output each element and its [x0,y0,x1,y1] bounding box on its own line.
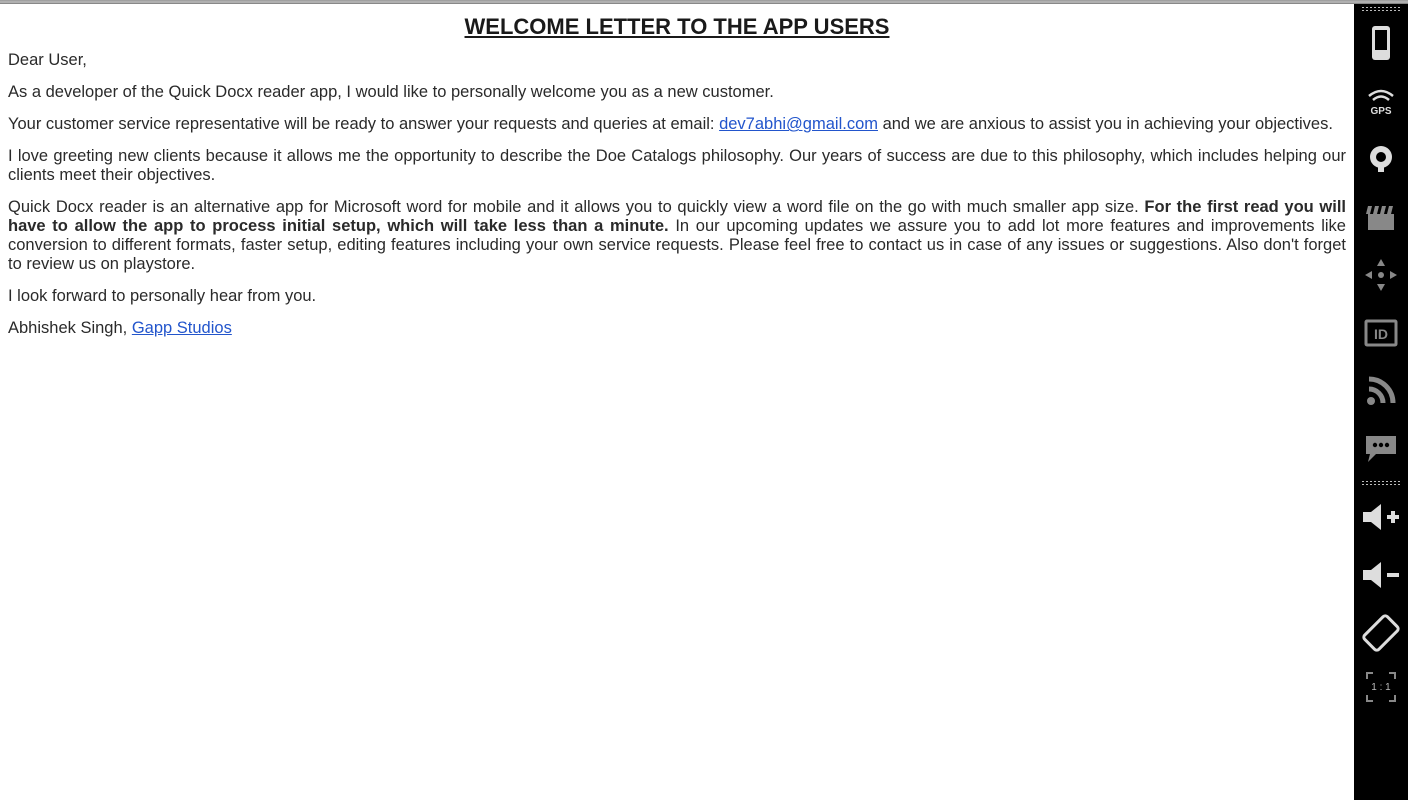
paragraph-2: Your customer service representative wil… [8,115,1346,134]
p4-prefix: Quick Docx reader is an alternative app … [8,198,1144,216]
document-title: WELCOME LETTER TO THE APP USERS [8,14,1346,39]
rotate-icon[interactable] [1354,606,1408,660]
email-link[interactable]: dev7abhi@gmail.com [719,115,878,133]
dpad-icon[interactable] [1354,248,1408,302]
zoom-ratio-label: 1 : 1 [1371,682,1390,693]
clapperboard-icon[interactable] [1354,190,1408,244]
volume-up-icon[interactable] [1354,490,1408,544]
paragraph-3: I love greeting new clients because it a… [8,147,1346,185]
studio-link[interactable]: Gapp Studios [132,319,232,337]
zoom-ratio-icon[interactable]: 1 : 1 [1354,664,1408,710]
device-icon[interactable] [1354,16,1408,70]
id-icon[interactable]: ID [1354,306,1408,360]
paragraph-1: As a developer of the Quick Docx reader … [8,83,1346,102]
svg-text:GPS: GPS [1370,106,1391,116]
camera-icon[interactable] [1354,132,1408,186]
volume-down-icon[interactable] [1354,548,1408,602]
drag-grip-top[interactable] [1354,4,1408,14]
chat-icon[interactable] [1354,422,1408,476]
rss-icon[interactable] [1354,364,1408,418]
greeting: Dear User, [8,51,1346,70]
drag-grip-mid[interactable] [1354,478,1408,488]
document-viewer: WELCOME LETTER TO THE APP USERS Dear Use… [0,4,1354,800]
gps-icon[interactable]: GPS [1354,74,1408,128]
toolbar: GPS [1354,4,1408,800]
paragraph-5: I look forward to personally hear from y… [8,287,1346,306]
p2-prefix: Your customer service representative wil… [8,115,719,133]
paragraph-4: Quick Docx reader is an alternative app … [8,198,1346,274]
svg-text:ID: ID [1374,326,1388,342]
sign-prefix: Abhishek Singh, [8,319,132,337]
p2-suffix: and we are anxious to assist you in achi… [878,115,1333,133]
signature: Abhishek Singh, Gapp Studios [8,319,1346,338]
